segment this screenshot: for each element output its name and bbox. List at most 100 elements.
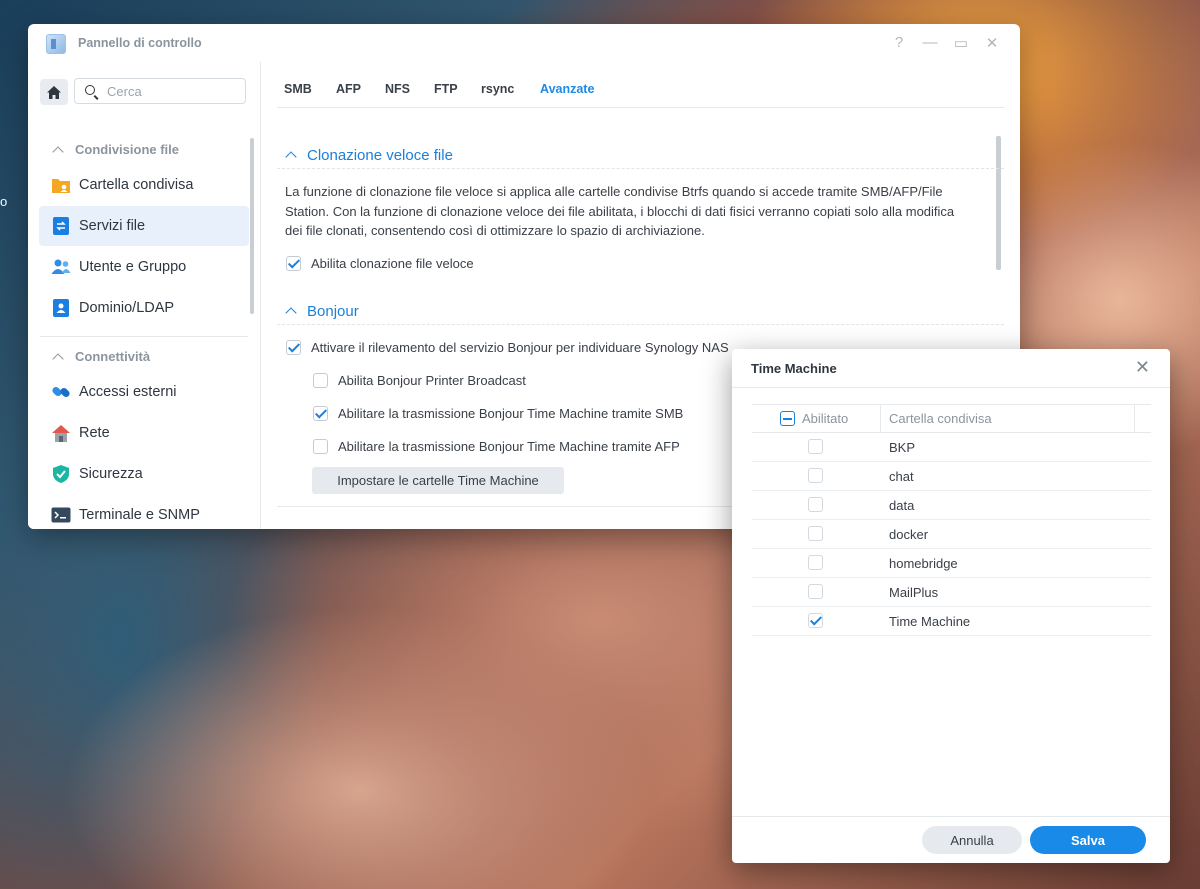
sidebar-item-label: Dominio/LDAP [79,300,175,316]
column-separator[interactable] [1134,405,1135,432]
bonjour-discovery-checkbox[interactable] [286,340,301,355]
home-button[interactable] [40,79,68,105]
table-row[interactable]: MailPlus [752,578,1151,607]
table-row[interactable]: docker [752,520,1151,549]
sidebar-item-domain-ldap[interactable]: Dominio/LDAP [39,288,249,328]
search-input[interactable]: Cerca [74,78,246,104]
row-checkbox[interactable] [808,555,823,570]
section-connectivity[interactable]: Connettività [52,349,150,365]
select-all-checkbox[interactable] [780,411,795,426]
fast-clone-description: La funzione di clonazione file veloce si… [285,184,955,239]
minimize-icon[interactable]: — [921,34,939,51]
sidebar-item-user-group[interactable]: Utente e Gruppo [39,247,249,287]
tab-afp[interactable]: AFP [336,82,361,96]
row-checkbox[interactable] [808,468,823,483]
table-header: Abilitato Cartella condivisa [752,404,1151,433]
column-shared-folder[interactable]: Cartella condivisa [889,411,992,426]
section-file-sharing[interactable]: Condivisione file [52,142,179,158]
set-time-machine-folders-button[interactable]: Impostare le cartelle Time Machine [312,467,564,494]
fast-clone-label: Abilita clonazione file veloce [311,256,474,271]
bonjour-tm-afp-checkbox[interactable] [313,439,328,454]
external-access-icon [51,382,71,402]
tab-nfs[interactable]: NFS [385,82,410,96]
dialog-footer-divider [732,816,1170,817]
bonjour-tm-smb-checkbox[interactable] [313,406,328,421]
dialog-close-icon[interactable]: ✕ [1135,357,1150,378]
bonjour-tm-afp-option[interactable]: Abilitare la trasmissione Bonjour Time M… [313,439,680,454]
title-bar[interactable]: Pannello di controllo ? — ▭ ✕ [28,24,1020,62]
search-placeholder: Cerca [107,84,142,99]
help-icon[interactable]: ? [890,34,908,51]
table-row[interactable]: data [752,491,1151,520]
tab-advanced[interactable]: Avanzate [540,82,594,96]
tab-bar: SMB AFP NFS FTP rsync Avanzate [277,62,1004,108]
domain-icon [51,298,71,318]
folder-name: homebridge [889,556,958,571]
sidebar-item-file-services[interactable]: Servizi file [39,206,249,246]
chevron-up-icon [52,146,64,158]
folder-name: data [889,498,915,513]
control-panel-icon [46,34,66,54]
sidebar: Cerca Condivisione file Cartella condivi… [28,62,261,529]
row-checkbox[interactable] [808,439,823,454]
folder-icon [51,175,71,195]
tab-rsync[interactable]: rsync [481,82,514,96]
fast-clone-title: Clonazione veloce file [307,146,453,164]
sidebar-item-label: Utente e Gruppo [79,259,187,275]
save-button[interactable]: Salva [1030,826,1146,854]
sidebar-scrollbar[interactable] [250,138,254,314]
row-checkbox[interactable] [808,526,823,541]
sidebar-item-terminal-snmp[interactable]: Terminale e SNMP [39,495,249,529]
sidebar-item-network[interactable]: Rete [39,413,249,453]
sidebar-item-label: Servizi file [79,218,146,234]
table-row[interactable]: chat [752,462,1151,491]
row-checkbox[interactable] [808,613,823,628]
cancel-button[interactable]: Annulla [922,826,1022,854]
sidebar-item-external-access[interactable]: Accessi esterni [39,372,249,412]
fast-clone-option[interactable]: Abilita clonazione file veloce [286,256,474,271]
terminal-icon [51,505,71,525]
row-checkbox[interactable] [808,584,823,599]
table-row[interactable]: Time Machine [752,607,1151,636]
bonjour-printer-checkbox[interactable] [313,373,328,388]
shield-icon [51,464,71,484]
folder-name: docker [889,527,929,542]
sidebar-item-label: Terminale e SNMP [79,507,200,523]
table-row[interactable]: homebridge [752,549,1151,578]
search-icon [85,85,95,95]
column-separator[interactable] [880,405,881,432]
folder-name: Time Machine [889,614,971,629]
tab-ftp[interactable]: FTP [434,82,458,96]
sidebar-item-label: Rete [79,425,110,441]
column-enabled[interactable]: Abilitato [780,411,848,426]
file-services-icon [51,216,71,236]
sidebar-item-label: Cartella condivisa [79,177,194,193]
dialog-header-divider [732,387,1170,388]
bonjour-discovery-option[interactable]: Attivare il rilevamento del servizio Bon… [286,340,729,355]
home-icon [47,85,61,99]
fast-clone-checkbox[interactable] [286,256,301,271]
folder-name: BKP [889,440,916,455]
option-label: Abilitare la trasmissione Bonjour Time M… [338,406,684,421]
tab-smb[interactable]: SMB [284,82,312,96]
close-icon[interactable]: ✕ [983,34,1001,52]
bonjour-title: Bonjour [307,302,359,320]
table-row[interactable]: BKP [752,433,1151,462]
option-label: Abilitare la trasmissione Bonjour Time M… [338,439,680,454]
sidebar-item-shared-folder[interactable]: Cartella condivisa [39,165,249,205]
option-label: Attivare il rilevamento del servizio Bon… [311,340,729,355]
bonjour-printer-option[interactable]: Abilita Bonjour Printer Broadcast [313,373,526,388]
sidebar-item-security[interactable]: Sicurezza [39,454,249,494]
network-house-icon [51,423,71,443]
bonjour-header[interactable]: Bonjour [277,298,1004,325]
window-title: Pannello di controllo [78,36,202,50]
users-icon [51,257,71,277]
fast-clone-header[interactable]: Clonazione veloce file [277,142,1004,169]
desktop-edge-text: o [0,194,8,209]
row-checkbox[interactable] [808,497,823,512]
folder-name: MailPlus [889,585,939,600]
maximize-icon[interactable]: ▭ [952,34,970,52]
bonjour-tm-smb-option[interactable]: Abilitare la trasmissione Bonjour Time M… [313,406,683,421]
time-machine-dialog: Time Machine ✕ Abilitato Cartella condiv… [732,349,1170,863]
sidebar-item-label: Sicurezza [79,466,143,482]
